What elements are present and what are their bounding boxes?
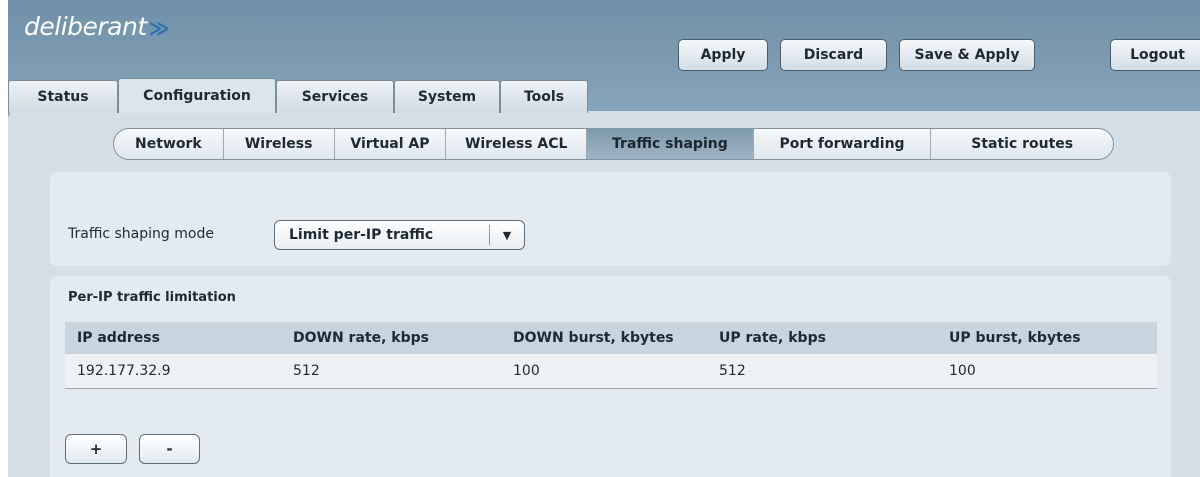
traffic-shaping-mode-select[interactable]: Limit per-IP traffic ▼ <box>274 220 525 250</box>
per-ip-limitation-title: Per-IP traffic limitation <box>68 290 236 305</box>
tab-status[interactable]: Status <box>8 80 118 113</box>
subtab-static-routes[interactable]: Static routes <box>930 129 1113 159</box>
cell-down-rate: 512 <box>281 354 501 389</box>
column-header-down-rate: DOWN rate, kbps <box>281 322 501 354</box>
column-header-up-rate: UP rate, kbps <box>707 322 937 354</box>
column-header-up-burst: UP burst, kbytes <box>937 322 1157 354</box>
chevron-down-icon: ▼ <box>502 228 512 242</box>
logo-text: deliberant <box>24 12 147 41</box>
traffic-shaping-mode-value: Limit per-IP traffic <box>289 227 434 243</box>
subtab-virtual-ap[interactable]: Virtual AP <box>333 129 446 159</box>
configuration-subnav: Network Wireless Virtual AP Wireless ACL… <box>113 128 1114 160</box>
apply-button[interactable]: Apply <box>678 39 768 71</box>
deliberant-logo: deliberant ≫ <box>24 12 170 41</box>
save-apply-button[interactable]: Save & Apply <box>899 39 1035 71</box>
add-row-button[interactable]: + <box>65 434 127 464</box>
tab-configuration[interactable]: Configuration <box>118 78 276 113</box>
subtab-wireless[interactable]: Wireless <box>222 129 334 159</box>
tab-system[interactable]: System <box>394 80 500 113</box>
subtab-network[interactable]: Network <box>114 129 223 159</box>
subtab-port-forwarding[interactable]: Port forwarding <box>752 129 931 159</box>
cell-down-burst: 100 <box>501 354 707 389</box>
remove-row-button[interactable]: - <box>139 434 200 464</box>
column-header-down-burst: DOWN burst, kbytes <box>501 322 707 354</box>
traffic-shaping-mode-label: Traffic shaping mode <box>68 226 214 242</box>
column-header-ip-address: IP address <box>65 322 281 354</box>
logout-button[interactable]: Logout <box>1110 39 1200 71</box>
table-row[interactable]: 192.177.32.9 512 100 512 100 <box>65 354 1157 389</box>
cell-ip-address: 192.177.32.9 <box>65 354 281 389</box>
subtab-wireless-acl[interactable]: Wireless ACL <box>445 129 586 159</box>
tab-tools[interactable]: Tools <box>500 80 588 113</box>
logo-chevron-icon: ≫ <box>148 16 170 40</box>
mode-panel <box>50 172 1171 266</box>
tab-services[interactable]: Services <box>276 80 394 113</box>
subtab-traffic-shaping[interactable]: Traffic shaping <box>586 129 753 159</box>
cell-up-burst: 100 <box>937 354 1157 389</box>
cell-up-rate: 512 <box>707 354 937 389</box>
table-header-row: IP address DOWN rate, kbps DOWN burst, k… <box>65 322 1157 354</box>
discard-button[interactable]: Discard <box>780 39 887 71</box>
per-ip-limitation-table: IP address DOWN rate, kbps DOWN burst, k… <box>65 322 1157 389</box>
